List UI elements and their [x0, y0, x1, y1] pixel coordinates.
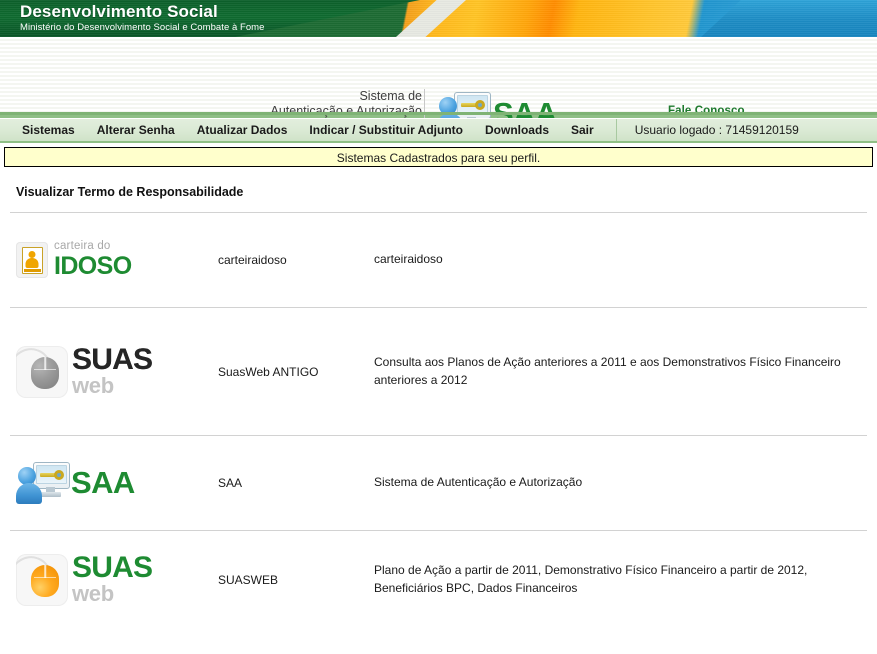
table-row[interactable]: carteira do IDOSO carteiraidoso carteira…	[10, 212, 867, 307]
system-name-text: Sistema de Autenticação e Autorização	[271, 89, 423, 120]
idoso-id-card-icon	[21, 246, 43, 274]
site-banner: Desenvolvimento Social Ministério do Des…	[0, 0, 877, 37]
key-icon-ring	[54, 470, 64, 480]
idoso-wordmark-big: IDOSO	[54, 251, 132, 280]
suas-wordmark: SUAS web	[72, 551, 153, 606]
system-description-cell: Consulta aos Planos de Ação anteriores a…	[374, 355, 841, 387]
saa-wordmark: SAA	[71, 465, 135, 500]
system-description-cell: Sistema de Autenticação e Autorização	[374, 475, 583, 490]
idoso-wordmark: carteira do IDOSO	[54, 241, 132, 279]
mouse-body-gray	[31, 356, 59, 389]
suas-wordmark-big: SUAS	[72, 343, 153, 377]
person-body-icon	[16, 483, 42, 504]
mouse-icon	[16, 345, 68, 398]
monitor-base	[40, 492, 61, 497]
monitor-icon	[33, 462, 70, 489]
system-name-line1: Sistema de	[359, 89, 422, 103]
idoso-person-head	[28, 250, 36, 258]
table-row[interactable]: SUAS web SUASWEB Plano de Ação a partir …	[10, 530, 867, 628]
suas-wordmark-sub: web	[72, 372, 114, 398]
mouse-icon	[16, 553, 68, 606]
saa-user-monitor-key-icon	[16, 462, 70, 504]
mouse-body-orange	[31, 564, 59, 597]
saa-logo-row: SAA	[16, 462, 135, 504]
fale-conosco-label: Fale Conosco	[668, 105, 745, 117]
suasweb-antigo-logo: SUAS web	[16, 343, 153, 398]
message-bar: Sistemas Cadastrados para seu perfil.	[4, 147, 873, 167]
suas-wordmark: SUAS web	[72, 343, 153, 398]
logged-user-status: Usuario logado : 71459120159	[634, 123, 799, 137]
banner-subtitle: Ministério do Desenvolvimento Social e C…	[20, 21, 265, 33]
table-row[interactable]: SAA SAA Sistema de Autenticação e Autori…	[10, 435, 867, 530]
nav-item-downloads[interactable]: Downloads	[485, 123, 549, 137]
mouse-button-line	[34, 576, 56, 578]
systems-list: carteira do IDOSO carteiraidoso carteira…	[0, 212, 877, 628]
suas-wordmark-big: SUAS	[72, 551, 153, 585]
system-description-cell: Plano de Ação a partir de 2011, Demonstr…	[374, 563, 808, 595]
system-name-cell: carteiraidoso	[218, 253, 287, 267]
table-row[interactable]: SUAS web SuasWeb ANTIGO Consulta aos Pla…	[10, 307, 867, 435]
nav-item-indicar-substituir-adjunto[interactable]: Indicar / Substituir Adjunto	[309, 123, 463, 137]
idoso-card-bar	[23, 268, 41, 272]
main-navigation: Sistemas Alterar Senha Atualizar Dados I…	[0, 118, 877, 143]
nav-divider	[615, 119, 617, 141]
logo-band: Sistema de Autenticação e Autorização SA…	[0, 37, 877, 134]
monitor-icon	[454, 92, 491, 119]
nav-item-atualizar-dados[interactable]: Atualizar Dados	[197, 123, 288, 137]
nav-item-sair[interactable]: Sair	[571, 123, 594, 137]
monitor-screen	[457, 95, 488, 114]
idoso-badge-icon	[16, 242, 48, 278]
page-title: Visualizar Termo de Responsabilidade	[16, 185, 244, 199]
system-name-cell: SuasWeb ANTIGO	[218, 364, 319, 379]
idoso-person-body	[25, 257, 39, 268]
system-logo-cell: SAA	[10, 462, 218, 504]
banner-title: Desenvolvimento Social	[20, 2, 218, 21]
nav-item-sistemas[interactable]: Sistemas	[22, 123, 75, 137]
carteira-idoso-logo: carteira do IDOSO	[16, 241, 132, 279]
monitor-screen	[36, 465, 67, 484]
system-logo-cell: SUAS web	[10, 551, 218, 606]
nav-item-alterar-senha[interactable]: Alterar Senha	[97, 123, 175, 137]
system-name-cell: SAA	[218, 476, 243, 490]
banner-text-block: Desenvolvimento Social Ministério do Des…	[20, 3, 264, 33]
system-description-cell: carteiraidoso	[374, 252, 443, 267]
suas-wordmark-sub: web	[72, 580, 114, 606]
person-head-icon	[439, 97, 457, 115]
system-logo-cell: SUAS web	[10, 343, 218, 398]
system-logo-cell: carteira do IDOSO	[10, 241, 218, 279]
suasweb-logo: SUAS web	[16, 551, 153, 606]
mouse-button-line	[34, 368, 56, 370]
system-name-cell: SUASWEB	[218, 572, 279, 587]
key-icon-ring	[475, 100, 485, 110]
